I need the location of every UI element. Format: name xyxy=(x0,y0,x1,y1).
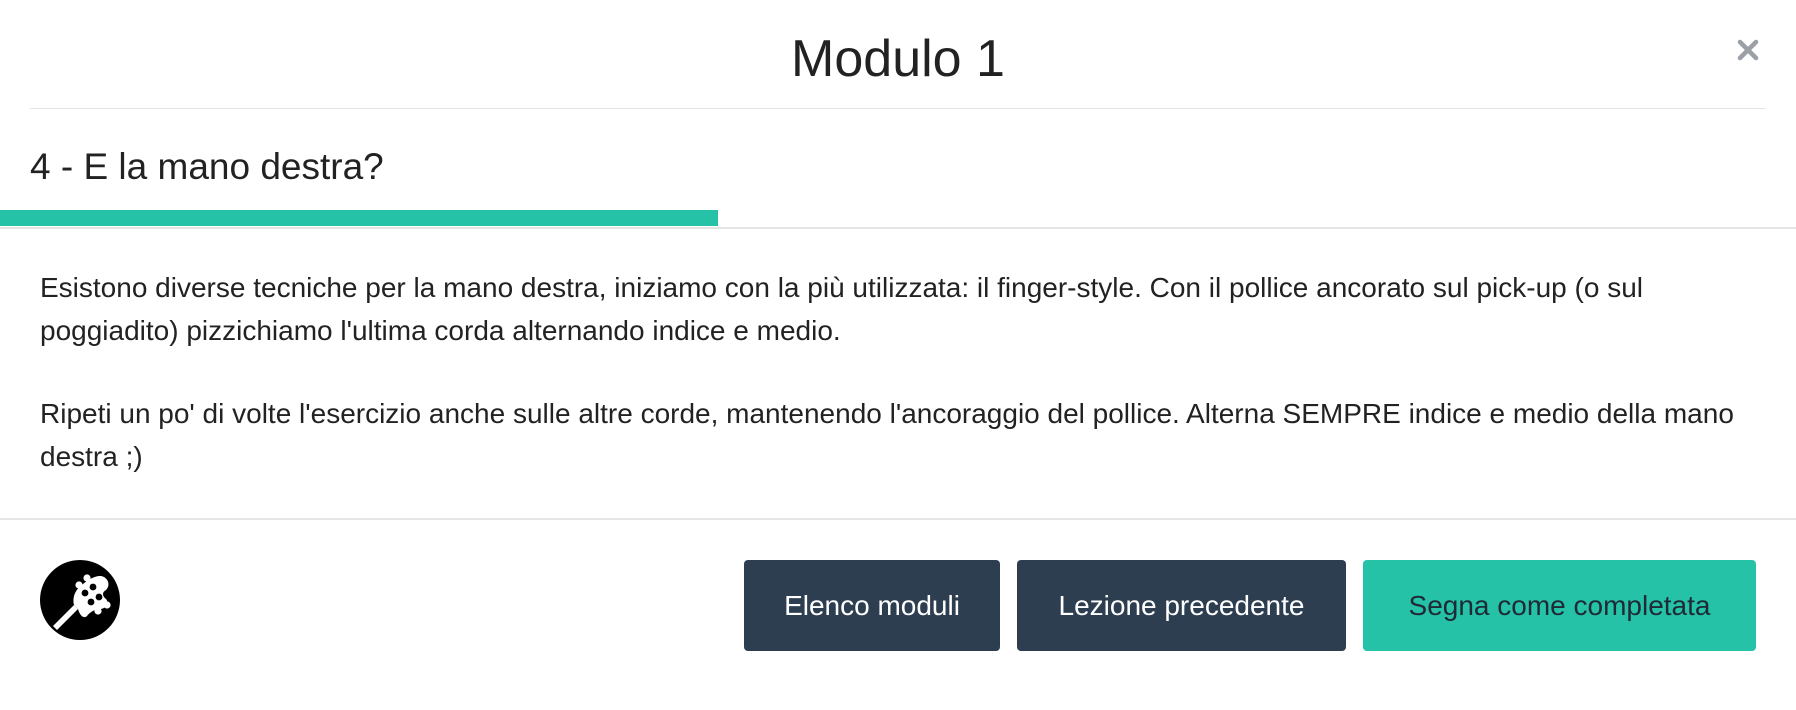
lesson-title: 4 - E la mano destra? xyxy=(30,146,384,187)
footer-divider xyxy=(0,518,1796,520)
lesson-paragraph: Esistono diverse tecniche per la mano de… xyxy=(40,272,1643,346)
close-icon xyxy=(1737,39,1759,61)
modal-title: Modulo 1 xyxy=(791,30,1005,88)
lesson-paragraph: Ripeti un po' di volte l'esercizio anche… xyxy=(40,398,1734,472)
modal-header: Modulo 1 xyxy=(30,0,1766,109)
bass-headstock-icon xyxy=(40,560,120,640)
lesson-progress-bar xyxy=(0,210,1796,229)
mark-complete-button[interactable]: Segna come completata xyxy=(1363,560,1756,651)
lesson-progress-fill xyxy=(0,210,719,226)
previous-lesson-button[interactable]: Lezione precedente xyxy=(1017,560,1346,651)
lesson-modal: Modulo 1 4 - E la mano destra? Esistono … xyxy=(0,0,1796,710)
module-list-button[interactable]: Elenco moduli xyxy=(744,560,1000,651)
close-button[interactable] xyxy=(1730,32,1766,68)
lesson-body: Esistono diverse tecniche per la mano de… xyxy=(40,266,1766,518)
